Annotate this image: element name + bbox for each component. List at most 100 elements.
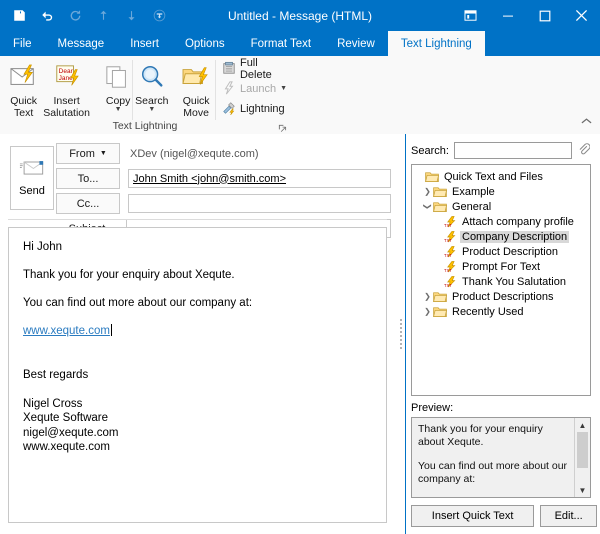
main-area: Send From ▼ XDev (nigel@xequte.com) To..…	[0, 134, 600, 534]
to-row: To... John Smith <john@smith.com>	[56, 169, 391, 188]
tree-item-label: Company Description	[460, 231, 569, 243]
ribbon-display-options-icon[interactable]	[452, 0, 489, 31]
chevron-right-icon[interactable]: ❯	[422, 307, 433, 316]
next-item-icon	[122, 7, 140, 25]
quick-text-label-line1: Quick	[10, 95, 37, 107]
previous-item-icon	[94, 7, 112, 25]
tab-format-text[interactable]: Format Text	[238, 31, 325, 56]
tab-review[interactable]: Review	[324, 31, 388, 56]
outlook-message-window: Untitled - Message (HTML) File Message I…	[0, 0, 600, 534]
maximize-icon[interactable]	[526, 0, 563, 31]
scrollbar-thumb[interactable]	[577, 432, 588, 468]
tree-item-attach-company-profile[interactable]: TXT Attach company profile	[414, 214, 588, 229]
quick-text-button[interactable]: Quick Text	[4, 58, 43, 119]
launch-label: Launch	[240, 83, 276, 95]
customize-quick-access-toolbar-icon	[150, 7, 168, 25]
tree-item-label: Prompt For Text	[460, 261, 542, 273]
quick-move-label-line1: Quick	[183, 95, 210, 107]
signature-line-3: Xequte Software	[23, 411, 372, 426]
search-row: Search:	[411, 142, 596, 159]
cc-button[interactable]: Cc...	[56, 193, 120, 214]
copy-dropdown-caret[interactable]: ▼	[115, 107, 122, 113]
insert-salutation-label-line1: Insert	[54, 95, 80, 107]
copy-icon	[104, 61, 132, 93]
cc-input[interactable]	[128, 194, 391, 213]
ribbon-group-label: Text Lightning	[0, 120, 290, 132]
launch-dropdown-caret: ▼	[280, 86, 287, 92]
cc-row: Cc...	[56, 194, 391, 213]
preview-scrollbar[interactable]: ▲ ▼	[574, 418, 590, 497]
send-button[interactable]: Send	[10, 146, 54, 210]
minimize-icon[interactable]	[489, 0, 526, 31]
undo-icon[interactable]	[38, 7, 56, 25]
send-envelope-icon	[19, 160, 45, 180]
quick-text-item-icon: TXT	[444, 276, 457, 288]
tree-node-label: Recently Used	[450, 306, 526, 318]
body-link[interactable]: www.xequte.com	[23, 325, 110, 337]
tab-insert[interactable]: Insert	[117, 31, 172, 56]
tree-node-label: Example	[450, 186, 497, 198]
small-button-column: Full Delete Launch ▼ Lightning	[219, 58, 290, 118]
tree-item-thank-you-salutation[interactable]: TXT Thank You Salutation	[414, 274, 588, 289]
from-button[interactable]: From ▼	[56, 143, 120, 164]
from-label: From	[69, 148, 95, 160]
compose-pane: Send From ▼ XDev (nigel@xequte.com) To..…	[0, 134, 395, 534]
title-bar: Untitled - Message (HTML)	[0, 0, 600, 31]
body-paragraph-1: Thank you for your enquiry about Xequte.	[23, 268, 372, 282]
svg-text:TXT: TXT	[444, 223, 452, 228]
insert-quick-text-button[interactable]: Insert Quick Text	[411, 505, 534, 527]
tree-item-label: Attach company profile	[460, 216, 576, 228]
tab-text-lightning[interactable]: Text Lightning	[388, 31, 485, 56]
scroll-up-icon[interactable]: ▲	[575, 418, 590, 432]
to-button[interactable]: To...	[56, 168, 120, 189]
full-delete-button[interactable]: Full Delete	[219, 60, 290, 78]
paperclip-icon[interactable]	[577, 142, 590, 159]
tree-node-example[interactable]: ❯ Example	[414, 184, 588, 199]
text-cursor	[111, 324, 112, 336]
task-pane-buttons: Insert Quick Text Edit...	[411, 505, 597, 527]
tab-message[interactable]: Message	[45, 31, 118, 56]
insert-salutation-button[interactable]: Dear Jane Insert Salutation	[43, 58, 90, 119]
insert-salutation-label-line2: Salutation	[43, 107, 90, 119]
dialog-box-launcher-icon[interactable]	[276, 122, 287, 133]
close-icon[interactable]	[563, 0, 600, 31]
search-input[interactable]	[454, 142, 572, 159]
quick-move-label-line2: Move	[183, 107, 209, 119]
tree-node-product-descriptions[interactable]: ❯ Product Descriptions	[414, 289, 588, 304]
scroll-down-icon[interactable]: ▼	[575, 483, 590, 497]
body-paragraph-2: You can find out more about our company …	[23, 296, 372, 310]
to-input[interactable]: John Smith <john@smith.com>	[128, 169, 391, 188]
signature-line-0: Best regards	[23, 368, 372, 383]
tree-node-general[interactable]: ❯ General	[414, 199, 588, 214]
quick-text-icon	[9, 61, 39, 93]
quick-text-tree[interactable]: Quick Text and Files ❯ Example ❯ General	[411, 164, 591, 396]
search-button[interactable]: Search ▼	[134, 58, 169, 113]
preview-text[interactable]: Thank you for your enquiry about Xequte.…	[412, 418, 574, 497]
body-greeting: Hi John	[23, 240, 372, 254]
scrollbar-track[interactable]	[575, 432, 590, 483]
svg-text:Jane: Jane	[58, 75, 72, 82]
tab-file[interactable]: File	[0, 31, 45, 56]
tree-node-recently-used[interactable]: ❯ Recently Used	[414, 304, 588, 319]
lightning-button[interactable]: Lightning	[219, 100, 290, 118]
insert-salutation-icon: Dear Jane	[52, 61, 82, 93]
tree-item-company-description[interactable]: TXT Company Description	[414, 229, 588, 244]
chevron-right-icon[interactable]: ❯	[422, 187, 433, 196]
lightning-tools-icon	[222, 101, 236, 118]
chevron-right-icon[interactable]: ❯	[422, 292, 433, 301]
tab-options[interactable]: Options	[172, 31, 238, 56]
quick-move-icon	[181, 61, 211, 93]
chevron-down-icon[interactable]: ❯	[423, 201, 432, 212]
signature-line-2: Nigel Cross	[23, 397, 372, 412]
edit-button[interactable]: Edit...	[540, 505, 597, 527]
search-dropdown-caret[interactable]: ▼	[148, 107, 155, 113]
tree-item-product-description[interactable]: TXT Product Description	[414, 244, 588, 259]
quick-text-label-line2: Text	[14, 107, 33, 119]
tree-node-quick-text-and-files[interactable]: Quick Text and Files	[414, 169, 588, 184]
ribbon-collapse-icon[interactable]	[578, 112, 594, 130]
tree-item-prompt-for-text[interactable]: TXT Prompt For Text	[414, 259, 588, 274]
message-body-editor[interactable]: Hi John Thank you for your enquiry about…	[8, 227, 387, 523]
copy-button[interactable]: Copy ▼	[102, 58, 134, 113]
save-icon[interactable]	[10, 7, 28, 25]
quick-move-button[interactable]: Quick Move	[179, 58, 213, 119]
